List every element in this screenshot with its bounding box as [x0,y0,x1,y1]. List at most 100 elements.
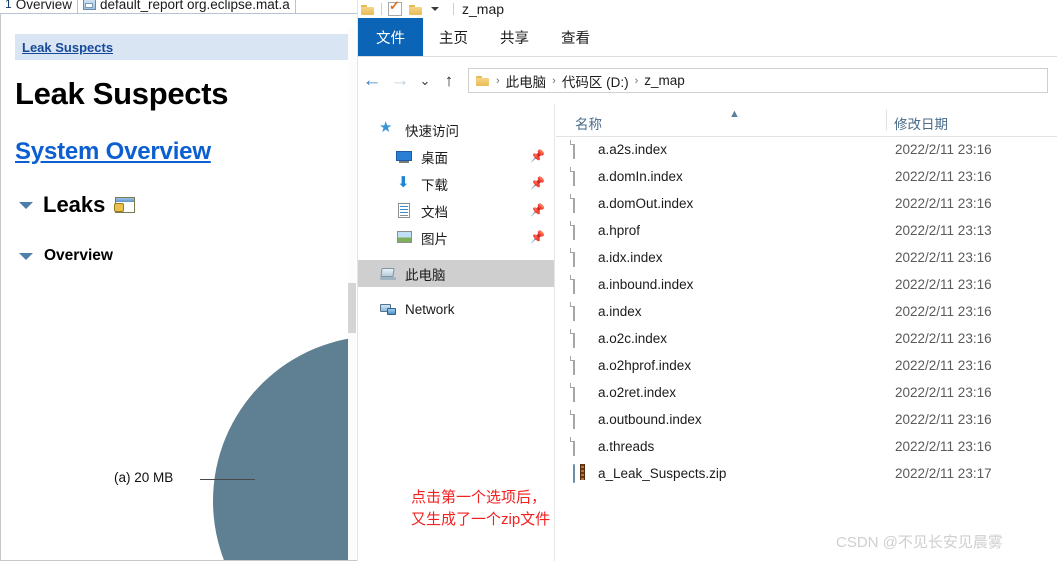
file-row[interactable]: a.idx.index 2022/2/11 23:16 [556,244,1057,271]
file-icon [573,139,589,159]
file-row[interactable]: a.o2c.index 2022/2/11 23:16 [556,325,1057,352]
file-row-zip[interactable]: a_Leak_Suspects.zip 2022/2/11 23:17 [556,460,1057,487]
address-bar: ← → ⌄ ↑ › 此电脑 › 代码区 (D:) › z_map [358,57,1057,104]
tab-overview[interactable]: 1 Overview [0,0,77,14]
nav-item-desktop[interactable]: 桌面 📌 [358,143,554,170]
toolbar-divider [381,3,382,15]
file-name: a.o2c.index [598,331,668,346]
file-row[interactable]: a.a2s.index 2022/2/11 23:16 [556,136,1057,163]
file-row[interactable]: a.domOut.index 2022/2/11 23:16 [556,190,1057,217]
watermark: CSDN @不见长安见晨雾 [836,534,1003,551]
recent-locations-button[interactable]: ⌄ [414,73,436,89]
file-icon [573,220,589,240]
mat-report-body: Leak Suspects Leak Suspects System Overv… [0,13,358,561]
file-name: a.outbound.index [598,412,702,427]
file-row[interactable]: a.outbound.index 2022/2/11 23:16 [556,406,1057,433]
report-icon [82,0,96,10]
file-name: a.o2ret.index [598,385,677,400]
file-name: a_Leak_Suspects.zip [598,466,727,481]
file-date: 2022/2/11 23:17 [895,466,992,481]
tab-overview-number: 1 [5,0,12,11]
tab-default-report[interactable]: default_report org.eclipse.mat.a [76,0,296,14]
checkbox-checked-icon[interactable] [388,0,402,16]
file-row[interactable]: a.domIn.index 2022/2/11 23:16 [556,163,1057,190]
column-header-row: 名称 ▲ 修改日期 [556,104,1057,137]
breadcrumb-this-pc[interactable]: 此电脑 [506,71,547,91]
breadcrumb-leak-suspects[interactable]: Leak Suspects [22,40,113,55]
breadcrumb-drive-d[interactable]: 代码区 (D:) [562,71,629,91]
file-name: a.hprof [598,223,641,238]
breadcrumb-separator: › [496,74,500,87]
back-button[interactable]: ← [358,70,386,92]
forward-button[interactable]: → [386,70,414,92]
file-date: 2022/2/11 23:16 [895,304,992,319]
annotation-text: 点击第一个选项后， 又生成了一个zip文件 [411,489,551,528]
up-button[interactable]: ↑ [436,71,462,91]
pin-icon[interactable]: 📌 [530,177,545,189]
report-vertical-scrollbar[interactable] [348,28,356,559]
file-icon [573,382,589,402]
nav-item-network[interactable]: Network [358,296,554,323]
breadcrumb-path-bar[interactable]: › 此电脑 › 代码区 (D:) › z_map [468,68,1048,93]
file-icon [573,247,589,267]
export-window-icon[interactable] [114,197,136,213]
nav-item-downloads[interactable]: 下载 📌 [358,170,554,197]
folder-icon[interactable] [361,4,375,15]
screenshot-root: 1 Overview default_report org.eclipse.ma… [0,0,1057,561]
page-title: Leak Suspects [15,76,229,111]
tab-file[interactable]: 文件 [358,18,423,56]
file-list: a.a2s.index 2022/2/11 23:16 a.domIn.inde… [556,136,1057,561]
system-overview-link[interactable]: System Overview [15,138,211,166]
file-row[interactable]: a.threads 2022/2/11 23:16 [556,433,1057,460]
scrollbar-thumb[interactable] [348,283,356,333]
nav-item-quick-access[interactable]: 快速访问 [358,116,554,143]
pin-icon[interactable]: 📌 [530,231,545,243]
file-explorer-window: z_map 文件 主页 共享 查看 ← → ⌄ ↑ › 此电脑 › 代码区 (D… [357,0,1057,561]
tab-share[interactable]: 共享 [484,18,545,56]
file-date: 2022/2/11 23:16 [895,331,992,346]
column-header-name[interactable]: 名称 [575,113,602,133]
file-icon [573,436,589,456]
column-divider[interactable] [886,110,887,130]
tab-home[interactable]: 主页 [423,18,484,56]
file-list-area: 名称 ▲ 修改日期 a.a2s.index 2022/2/11 23:16 a.… [556,104,1057,561]
explorer-titlebar: z_map [358,0,1057,18]
file-row[interactable]: a.o2hprof.index 2022/2/11 23:16 [556,352,1057,379]
file-date: 2022/2/11 23:16 [895,277,992,292]
editor-tab-bar: 1 Overview default_report org.eclipse.ma… [0,0,358,14]
file-date: 2022/2/11 23:13 [895,223,992,238]
nav-item-this-pc[interactable]: 此电脑 [358,260,554,287]
file-row[interactable]: a.hprof 2022/2/11 23:13 [556,217,1057,244]
file-row[interactable]: a.o2ret.index 2022/2/11 23:16 [556,379,1057,406]
nav-item-label: 图片 [421,231,448,247]
dropdown-caret-icon[interactable] [431,7,439,11]
file-date: 2022/2/11 23:16 [895,169,992,184]
nav-item-label: 此电脑 [405,267,446,283]
file-icon [573,166,589,186]
pie-slice-label: (a) 20 MB [114,470,174,485]
nav-item-documents[interactable]: 文档 📌 [358,197,554,224]
breadcrumb-separator: › [634,74,639,87]
folder-icon[interactable] [409,4,423,15]
expand-triangle-icon[interactable] [19,252,33,260]
expand-triangle-icon[interactable] [19,201,33,209]
file-icon [573,301,589,321]
pin-icon[interactable]: 📌 [530,150,545,162]
breadcrumb-z-map[interactable]: z_map [644,73,685,88]
column-header-date[interactable]: 修改日期 [894,113,948,133]
folder-icon [476,75,490,86]
file-icon [573,193,589,213]
file-date: 2022/2/11 23:16 [895,196,992,211]
section-leaks[interactable]: Leaks [19,192,136,218]
file-row[interactable]: a.index 2022/2/11 23:16 [556,298,1057,325]
breadcrumb-separator: › [552,74,556,87]
file-row[interactable]: a.inbound.index 2022/2/11 23:16 [556,271,1057,298]
pie-chart-slice [213,336,348,560]
file-name: a.domIn.index [598,169,683,184]
file-date: 2022/2/11 23:16 [895,250,992,265]
nav-item-pictures[interactable]: 图片 📌 [358,224,554,251]
tab-view[interactable]: 查看 [545,18,606,56]
section-overview[interactable]: Overview [19,247,113,265]
file-date: 2022/2/11 23:16 [895,439,992,454]
pin-icon[interactable]: 📌 [530,204,545,216]
